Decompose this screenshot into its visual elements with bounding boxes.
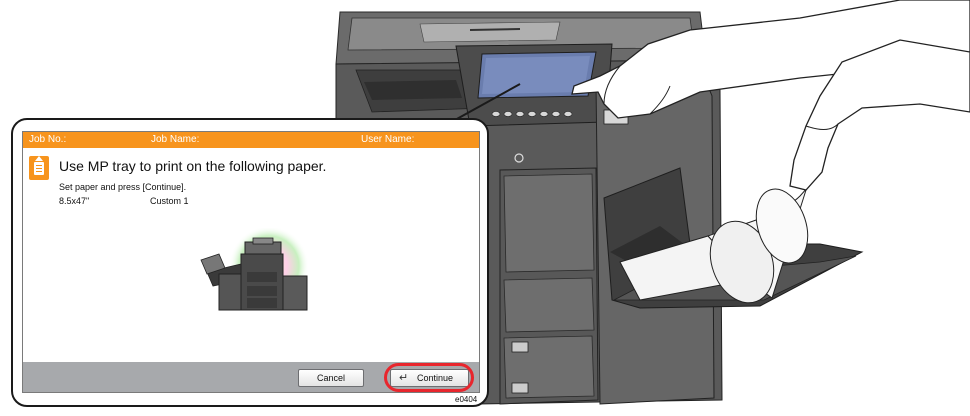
user-name-label: User Name: (361, 134, 415, 145)
cancel-button[interactable]: Cancel (298, 369, 364, 387)
message-title: Use MP tray to print on the following pa… (59, 158, 327, 174)
figure-code: e0404 (455, 395, 478, 404)
paper-alert-icon (29, 156, 49, 180)
job-info-header: Job No.: Job Name: User Name: (23, 132, 479, 148)
touch-panel-screen: Job No.: Job Name: User Name: Use MP tra… (22, 131, 480, 393)
screen-callout: Job No.: Job Name: User Name: Use MP tra… (11, 118, 489, 407)
job-no-label: Job No.: (29, 134, 67, 145)
job-name-label: Job Name: (151, 134, 200, 145)
continue-highlight (384, 363, 474, 392)
mp-tray-printer-icon (200, 228, 309, 311)
button-bar: Cancel ↵ Continue (23, 362, 479, 392)
paper-size-value: 8.5x47" (59, 196, 90, 206)
paper-type-value: Custom 1 (150, 196, 189, 206)
message-instruction: Set paper and press [Continue]. (59, 182, 187, 192)
